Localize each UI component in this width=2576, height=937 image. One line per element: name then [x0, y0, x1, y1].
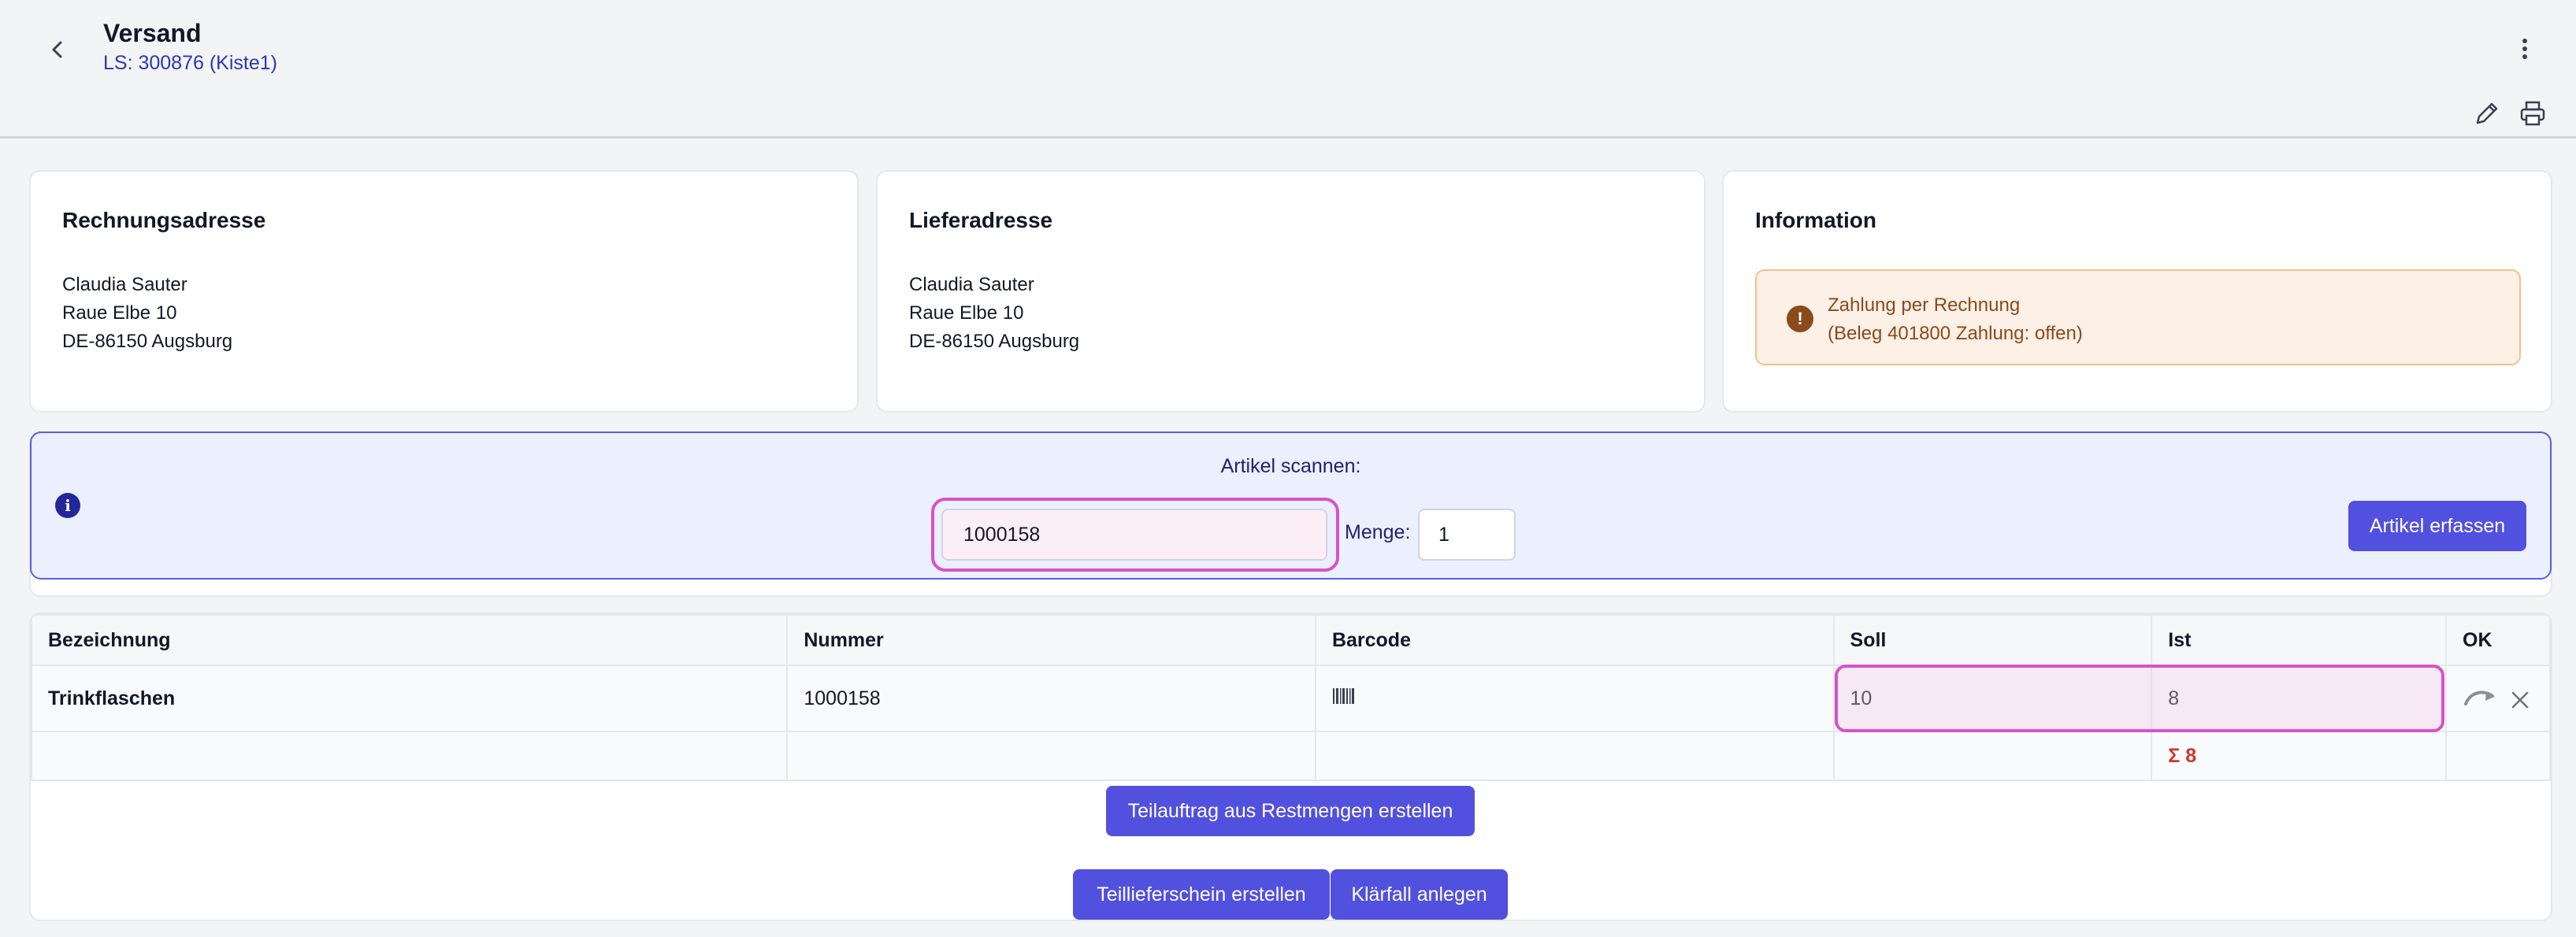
- sum-empty: [2445, 731, 2551, 781]
- quantity-label: Menge:: [1345, 521, 1411, 543]
- header-bezeichnung: Bezeichnung: [31, 614, 789, 666]
- page-subtitle[interactable]: LS: 300876 (Kiste1): [103, 52, 277, 75]
- create-partial-order-button[interactable]: Teilauftrag aus Restmengen erstellen: [1106, 786, 1475, 836]
- billing-address: Claudia Sauter Raue Elbe 10 DE-86150 Aug…: [62, 271, 232, 356]
- cell-ok: [2445, 665, 2551, 732]
- cell-nummer: 1000158: [786, 665, 1316, 732]
- cell-ist[interactable]: 8: [2151, 665, 2447, 732]
- quantity-input[interactable]: [1418, 509, 1516, 561]
- information-title: Information: [1755, 208, 1876, 232]
- cell-barcode: [1314, 665, 1835, 732]
- payment-alert: ! Zahlung per Rechnung (Beleg 401800 Zah…: [1755, 269, 2521, 365]
- header-soll: Soll: [1832, 614, 2153, 666]
- exclamation-icon: !: [1787, 306, 1813, 332]
- delivery-address-card: Lieferadresse Claudia Sauter Raue Elbe 1…: [876, 170, 1706, 413]
- delivery-city: DE-86150 Augsburg: [909, 331, 1080, 352]
- delivery-name: Claudia Sauter: [909, 274, 1034, 295]
- payment-method: Zahlung per Rechnung: [1828, 294, 2021, 316]
- billing-address-card: Rechnungsadresse Claudia Sauter Raue Elb…: [29, 170, 859, 413]
- table-row: Trinkflaschen 1000158 10 8: [31, 665, 2551, 732]
- header-ist: Ist: [2151, 614, 2447, 666]
- info-icon: i: [55, 493, 80, 518]
- create-clarification-case-button[interactable]: Klärfall anlegen: [1331, 869, 1508, 920]
- information-card: Information ! Zahlung per Rechnung (Bele…: [1722, 170, 2552, 413]
- page-header: Versand LS: 300876 (Kiste1): [0, 0, 2576, 139]
- delivery-street: Raue Elbe 10: [909, 302, 1024, 324]
- billing-street: Raue Elbe 10: [62, 302, 177, 324]
- billing-name: Claudia Sauter: [62, 274, 187, 295]
- header-ok: OK: [2445, 614, 2551, 666]
- cell-soll: 10: [1832, 665, 2153, 732]
- kebab-menu-icon: [2522, 39, 2527, 59]
- delivery-address-title: Lieferadresse: [909, 208, 1053, 232]
- scan-label: Artikel scannen:: [1220, 455, 1361, 477]
- pencil-icon[interactable]: [2473, 99, 2501, 128]
- header-nummer: Nummer: [786, 614, 1316, 666]
- create-partial-delivery-button[interactable]: Teillieferschein erstellen: [1073, 869, 1330, 920]
- barcode-icon[interactable]: [1332, 687, 1356, 706]
- billing-address-title: Rechnungsadresse: [62, 208, 266, 232]
- sum-ist: Σ 8: [2151, 731, 2447, 781]
- back-button[interactable]: [39, 31, 76, 68]
- sum-empty: [1314, 731, 1835, 781]
- payment-alert-text: Zahlung per Rechnung (Beleg 401800 Zahlu…: [1828, 291, 2083, 348]
- table-sum-row: Σ 8: [31, 731, 2551, 781]
- chevron-left-icon: [52, 41, 62, 58]
- redo-arrow-icon[interactable]: [2463, 685, 2497, 709]
- sum-empty: [31, 731, 789, 781]
- payment-status: (Beleg 401800 Zahlung: offen): [1828, 323, 2083, 344]
- sum-empty: [786, 731, 1316, 781]
- header-barcode: Barcode: [1314, 614, 1835, 666]
- page-title: Versand: [103, 19, 202, 47]
- more-menu-button[interactable]: [2507, 31, 2542, 66]
- cell-bezeichnung: Trinkflaschen: [31, 665, 789, 732]
- printer-icon[interactable]: [2518, 99, 2547, 128]
- billing-city: DE-86150 Augsburg: [62, 331, 233, 352]
- scan-panel: i Artikel scannen: Menge: Artikel erfass…: [30, 431, 2552, 580]
- delivery-address: Claudia Sauter Raue Elbe 10 DE-86150 Aug…: [909, 271, 1079, 356]
- article-scan-input[interactable]: [941, 509, 1327, 561]
- sum-empty: [1832, 731, 2153, 781]
- table-header-row: Bezeichnung Nummer Barcode Soll Ist OK: [31, 614, 2551, 666]
- add-article-button[interactable]: Artikel erfassen: [2348, 501, 2526, 551]
- close-icon[interactable]: [2510, 690, 2530, 710]
- article-table: Bezeichnung Nummer Barcode Soll Ist OK T…: [31, 614, 2551, 781]
